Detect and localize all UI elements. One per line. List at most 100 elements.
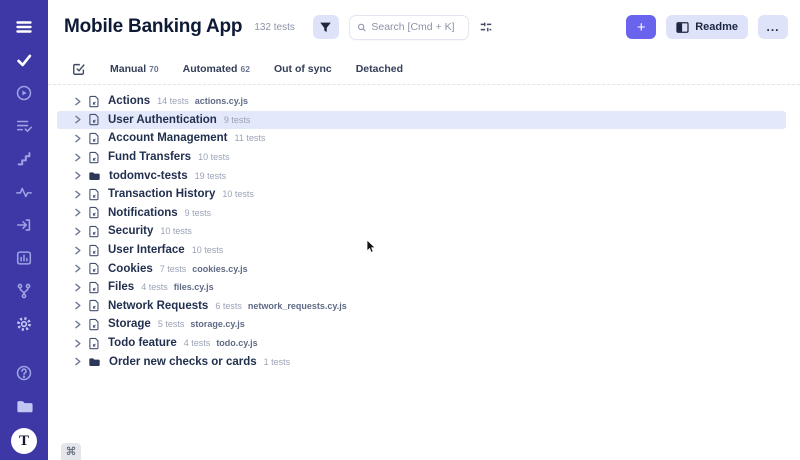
tabs-container: Manual70 Automated62 Out of sync Detached [110,63,403,75]
sidebar-item-help[interactable] [11,360,37,386]
sidebar-item-reports[interactable] [11,245,37,271]
expand-toggle[interactable] [73,170,82,181]
chevron-right-icon [73,189,82,200]
suite-test-count: 10 tests [198,152,230,162]
gear-icon [15,315,33,333]
sidebar-item-settings[interactable] [11,311,37,337]
suite-name: Account Management [108,132,228,144]
sidebar-item-plans[interactable] [11,113,37,139]
expand-toggle[interactable] [73,96,82,107]
suite-row[interactable]: Notifications9 tests [57,204,786,223]
expand-toggle[interactable] [73,263,82,274]
sidebar-item-branches[interactable] [11,278,37,304]
suite-row[interactable]: Network Requests6 testsnetwork_requests.… [57,297,786,316]
suite-row[interactable]: Fund Transfers10 tests [57,148,786,167]
more-button[interactable]: ... [758,15,788,39]
play-circle-icon [15,84,33,102]
tab-label: Manual [110,63,146,75]
help-icon [15,364,33,382]
file-icon [88,132,100,145]
suite-row[interactable]: User Authentication 9 tests [57,111,786,130]
suite-name: User Interface [108,244,185,256]
suite-file-icon [88,95,100,108]
add-button[interactable]: + [626,15,656,39]
suite-file-icon [88,206,100,219]
expand-toggle[interactable] [73,338,82,349]
sidebar-item-menu[interactable] [11,14,37,40]
suite-name: User Authentication [108,114,217,126]
expand-toggle[interactable] [73,133,82,144]
suite-name: todomvc-tests [109,170,188,182]
suite-test-count: 9 tests [224,115,251,125]
select-all-button[interactable] [72,62,86,76]
expand-toggle[interactable] [73,226,82,237]
suite-row[interactable]: todomvc-tests19 tests [57,166,786,185]
search-input[interactable] [371,21,461,33]
suite-row[interactable]: Security10 tests [57,222,786,241]
suite-filename: actions.cy.js [195,96,248,106]
chevron-right-icon [73,319,82,330]
chevron-right-icon [73,96,82,107]
expand-toggle[interactable] [73,207,82,218]
command-shortcut-badge[interactable]: ⌘ [61,443,81,460]
branch-icon [15,282,33,300]
expand-toggle[interactable] [73,114,82,125]
expand-toggle[interactable] [73,152,82,163]
expand-toggle[interactable] [73,300,82,311]
suite-name: Transaction History [108,188,215,200]
expand-toggle[interactable] [73,356,82,367]
adjustments-icon[interactable] [479,20,493,34]
check-icon [15,51,33,69]
expand-toggle[interactable] [73,189,82,200]
suite-test-count: 14 tests [157,96,189,106]
sliders-icon [479,20,493,34]
tab-detached[interactable]: Detached [356,63,403,75]
suite-folder-icon [88,170,101,182]
expand-toggle[interactable] [73,245,82,256]
suite-row[interactable]: Files4 testsfiles.cy.js [57,278,786,297]
chevron-right-icon [73,300,82,311]
sidebar-item-runs[interactable] [11,80,37,106]
sidebar-item-milestones[interactable] [11,146,37,172]
suite-row[interactable]: Order new checks or cards1 tests [57,352,786,371]
sidebar-item-tests[interactable] [11,47,37,73]
suite-file-icon [88,188,100,201]
suite-name: Storage [108,318,151,330]
sidebar-item-analytics[interactable] [11,179,37,205]
chevron-right-icon [73,282,82,293]
list-check-icon [15,117,33,135]
suite-row[interactable]: Cookies7 testscookies.cy.js [57,259,786,278]
app-logo[interactable]: T [11,428,37,454]
sidebar-item-projects[interactable] [11,393,37,419]
sidebar: T [0,0,48,460]
import-icon [15,216,33,234]
readme-button[interactable]: Readme [666,15,748,39]
suite-row[interactable]: Transaction History10 tests [57,185,786,204]
suite-row[interactable]: User Interface10 tests [57,241,786,260]
suite-name: Notifications [108,207,178,219]
tab-label: Detached [356,63,403,75]
search-icon [357,22,366,33]
tab-out-of-sync[interactable]: Out of sync [274,63,332,75]
suite-row[interactable]: Actions14 testsactions.cy.js [57,92,786,111]
suite-file-icon [88,132,100,145]
expand-toggle[interactable] [73,319,82,330]
suite-test-count: 4 tests [141,282,168,292]
chevron-right-icon [73,133,82,144]
tab-count: 62 [240,64,249,74]
suite-row[interactable]: Storage5 testsstorage.cy.js [57,315,786,334]
tab-manual[interactable]: Manual70 [110,63,159,75]
suite-row[interactable]: Todo feature4 teststodo.cy.js [57,334,786,353]
search-box[interactable] [349,15,469,40]
tab-label: Automated [183,63,238,75]
suite-test-count: 11 tests [235,133,266,143]
suite-row[interactable]: Account Management 11 tests [57,129,786,148]
file-icon [88,95,100,108]
sidebar-item-import[interactable] [11,212,37,238]
filter-button[interactable] [313,15,339,39]
folder-icon [88,170,101,182]
expand-toggle[interactable] [73,282,82,293]
tab-automated[interactable]: Automated62 [183,63,250,75]
file-icon [88,244,100,257]
file-icon [88,151,100,164]
